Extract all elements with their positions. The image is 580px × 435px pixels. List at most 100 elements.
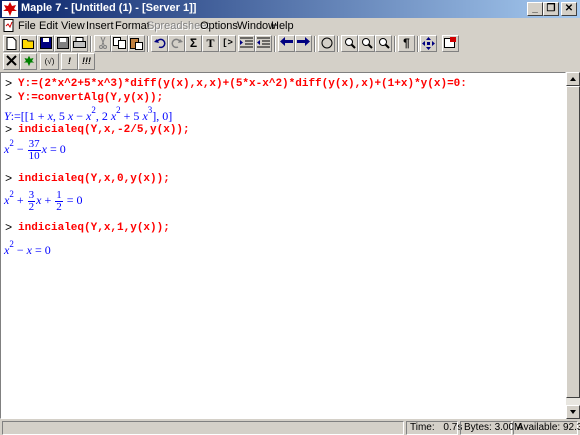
close-icon: ✕	[564, 3, 574, 14]
window-title: Maple 7 - [Untitled (1) - [Server 1]]	[21, 2, 197, 14]
cut-button[interactable]	[94, 35, 111, 52]
open-file-button[interactable]	[20, 35, 37, 52]
minimize-icon: _	[532, 3, 538, 14]
execute-all-button[interactable]: !!!	[78, 53, 95, 70]
menu-view[interactable]: View	[61, 20, 85, 32]
back-button[interactable]	[278, 35, 295, 52]
forward-button[interactable]	[295, 35, 312, 52]
input-line[interactable]: Y:=(2*x^2+5*x^3)*diff(y(x),x,x)+(5*x-x^2…	[18, 78, 467, 90]
output-text: [[1 +	[20, 109, 48, 123]
output-text: = 0	[63, 193, 83, 207]
save-all-icon	[56, 37, 69, 49]
exclamation-icon: !	[68, 56, 71, 66]
save-button[interactable]	[37, 35, 54, 52]
expand-button[interactable]	[420, 35, 437, 52]
restart-button[interactable]	[442, 35, 459, 52]
numerator: 37	[27, 137, 41, 151]
execute-button[interactable]: !	[61, 53, 78, 70]
arrow-left-icon	[280, 37, 293, 46]
input-line[interactable]: indicialeq(Y,x,0,y(x));	[18, 173, 170, 185]
input-line[interactable]: Y:=convertAlg(Y,y(x));	[18, 92, 163, 104]
scroll-up-button[interactable]	[566, 72, 580, 86]
vertical-scrollbar[interactable]	[566, 72, 580, 419]
toolbar-separator	[274, 36, 276, 52]
outdent-icon	[257, 37, 270, 48]
output-text: −	[13, 243, 27, 257]
output-text: −	[13, 142, 27, 156]
copy-button[interactable]	[111, 35, 128, 52]
stop-button[interactable]	[318, 35, 335, 52]
zoom-200-button[interactable]	[375, 35, 392, 52]
indent-icon	[240, 37, 253, 48]
indent-button[interactable]	[238, 35, 255, 52]
toolbar-separator	[337, 36, 339, 52]
fraction: 37 10	[27, 137, 41, 162]
menu-options[interactable]: Options	[200, 20, 238, 32]
open-folder-icon	[22, 39, 34, 49]
show-paragraph-marks-button[interactable]: ¶	[398, 35, 415, 52]
menu-format[interactable]: Format	[115, 20, 150, 32]
print-button[interactable]	[71, 35, 88, 52]
text-mode-button[interactable]: T	[202, 35, 219, 52]
undo-button[interactable]	[151, 35, 168, 52]
sum-button[interactable]: Σ	[185, 35, 202, 52]
copy-icon	[113, 37, 126, 49]
menu-edit[interactable]: Edit	[39, 20, 58, 32]
toolbar-separator	[90, 36, 92, 52]
pilcrow-icon: ¶	[403, 36, 410, 50]
minimize-button[interactable]: _	[527, 2, 543, 16]
insert-execution-group-button[interactable]: [>	[219, 35, 236, 52]
fraction: 12	[55, 188, 63, 213]
delete-button[interactable]	[3, 53, 20, 70]
output-indicial-2: x2 + 32x + 12 = 0	[4, 189, 83, 213]
close-button[interactable]: ✕	[561, 2, 577, 16]
zoom-150-button[interactable]	[358, 35, 375, 52]
save-all-button[interactable]	[54, 35, 71, 52]
outdent-button[interactable]	[255, 35, 272, 52]
cross-icon	[6, 55, 17, 66]
menu-insert[interactable]: Insert	[86, 20, 114, 32]
toolbar-separator	[147, 36, 149, 52]
math-input-button[interactable]: (√)	[40, 53, 59, 70]
input-line[interactable]: indicialeq(Y,x,1,y(x));	[18, 222, 170, 234]
output-text: + 5	[120, 109, 143, 123]
undo-icon	[153, 38, 165, 49]
numerator: 1	[55, 188, 63, 202]
maple-input-button[interactable]	[20, 53, 37, 70]
paste-button[interactable]	[128, 35, 145, 52]
zoom-100-button[interactable]	[341, 35, 358, 52]
restore-button[interactable]: ❐	[543, 2, 559, 16]
redo-button[interactable]	[168, 35, 185, 52]
scroll-thumb[interactable]	[566, 86, 580, 398]
execution-group-icon: [>	[222, 38, 233, 48]
worksheet[interactable]: > Y:=(2*x^2+5*x^3)*diff(y(x),x,x)+(5*x-x…	[0, 72, 566, 419]
output-indicial-1: x2 − 37 10 x = 0	[4, 138, 66, 162]
status-available: Available: 92.3M	[513, 421, 580, 435]
prompt: >	[5, 221, 13, 235]
restore-icon: ❐	[546, 3, 556, 14]
new-file-icon	[6, 37, 17, 50]
paste-icon	[130, 38, 143, 50]
status-bar: Time: 0.7s Bytes: 3.00M Available: 92.3M	[0, 419, 580, 435]
menu-file[interactable]: File	[18, 20, 36, 32]
document-icon[interactable]	[3, 19, 15, 32]
redo-icon	[171, 38, 183, 49]
magnifier-icon	[378, 38, 390, 49]
output-text: = 0	[31, 243, 51, 257]
denominator: 2	[28, 200, 35, 213]
output-text: +	[41, 193, 55, 207]
save-icon	[39, 37, 52, 49]
math-icon: (√)	[44, 57, 55, 66]
input-line[interactable]: indicialeq(Y,x,-2/5,y(x));	[18, 124, 190, 136]
menu-help[interactable]: Help	[271, 20, 294, 32]
toolbar-separator	[394, 36, 396, 52]
prompt: >	[5, 91, 13, 105]
maple-leaf-icon	[23, 55, 34, 67]
status-time: Time: 0.7s	[406, 421, 462, 435]
new-file-button[interactable]	[3, 35, 20, 52]
print-icon	[73, 37, 86, 48]
output-text: Y	[4, 109, 11, 123]
scroll-down-button[interactable]	[566, 405, 580, 419]
magnifier-icon	[344, 38, 356, 49]
output-text: +	[13, 193, 27, 207]
